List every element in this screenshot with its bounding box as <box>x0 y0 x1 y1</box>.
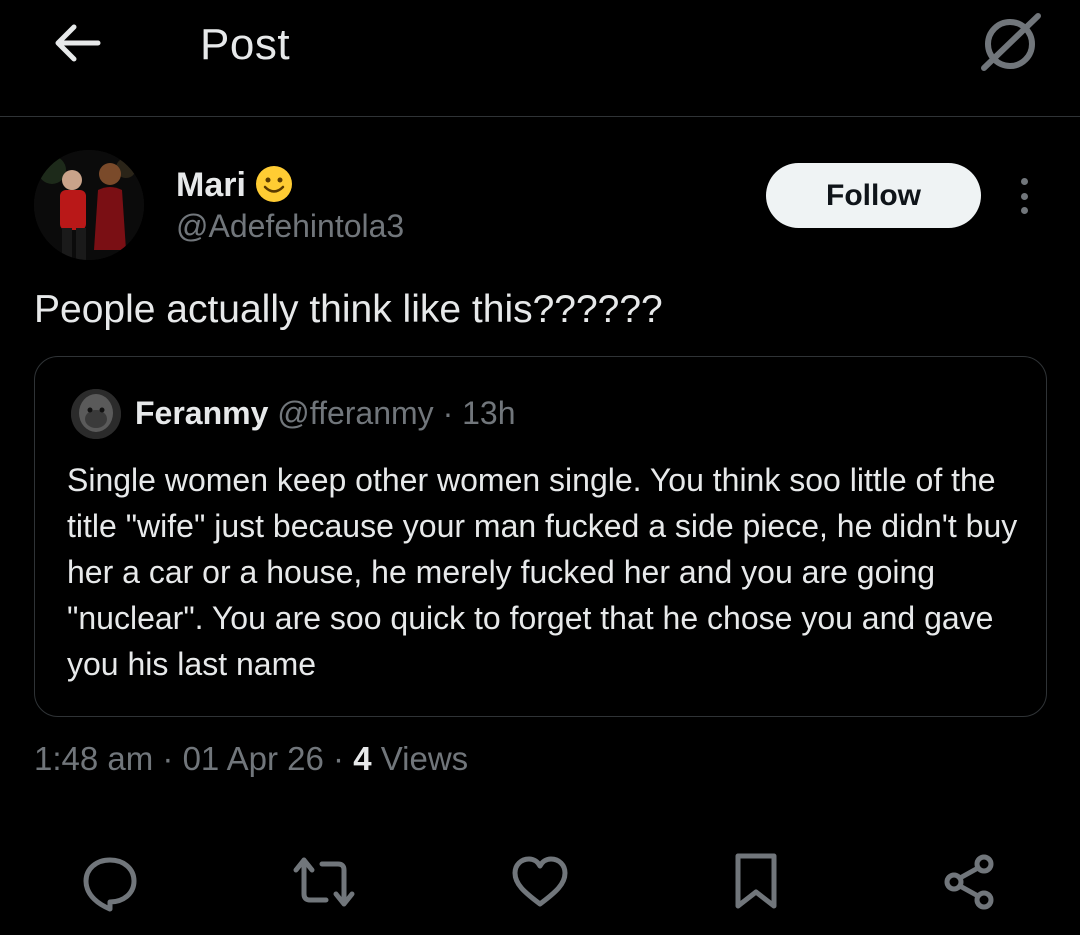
post-metadata: 1:48 am · 01 Apr 26 · 4 Views <box>34 740 468 778</box>
quoted-author-handle[interactable]: @fferanmy <box>277 395 433 431</box>
more-dot-icon <box>1020 207 1028 214</box>
repost-icon <box>293 857 355 907</box>
smiling-face-icon <box>256 166 292 202</box>
post-time: 1:48 am <box>34 740 154 777</box>
like-button[interactable] <box>508 850 572 914</box>
quoted-time: 13h <box>462 395 516 431</box>
bookmark-icon <box>735 853 777 909</box>
grok-button[interactable] <box>976 10 1048 74</box>
share-icon <box>944 854 994 910</box>
quoted-author-avatar[interactable] <box>71 389 121 439</box>
views-label[interactable]: Views <box>372 740 468 777</box>
arrow-left-icon <box>55 24 101 62</box>
more-options-button[interactable] <box>1004 174 1044 218</box>
quoted-post-text: Single women keep other women single. Yo… <box>67 462 1018 682</box>
quoted-author-name[interactable]: Feranmy <box>135 395 268 431</box>
views-count[interactable]: 4 <box>353 740 371 777</box>
grok-icon <box>981 13 1041 71</box>
post-date: 01 Apr 26 <box>182 740 324 777</box>
meta-separator: · <box>153 740 183 777</box>
more-dot-icon <box>1020 178 1028 185</box>
author-display-name[interactable]: Mari <box>176 166 246 205</box>
reply-button[interactable] <box>78 850 142 914</box>
more-dot-icon <box>1020 192 1028 200</box>
reply-icon <box>83 857 137 912</box>
bookmark-button[interactable] <box>724 850 788 914</box>
like-icon <box>512 856 568 907</box>
quoted-separator: · <box>433 395 463 431</box>
follow-button[interactable]: Follow <box>766 163 981 228</box>
repost-button[interactable] <box>292 850 356 914</box>
meta-separator: · <box>323 740 354 777</box>
share-button[interactable] <box>938 850 1002 914</box>
top-bar: Post <box>0 0 1080 117</box>
back-button[interactable] <box>48 14 106 72</box>
quoted-header: Feranmy @fferanmy · 13h <box>135 395 516 432</box>
author-avatar[interactable] <box>34 150 144 260</box>
post-text: People actually think like this?????? <box>34 288 663 331</box>
quoted-post-card[interactable]: Feranmy @fferanmy · 13h Single women kee… <box>34 356 1047 717</box>
author-handle[interactable]: @Adefehintola3 <box>176 208 404 245</box>
page-title: Post <box>200 20 291 69</box>
